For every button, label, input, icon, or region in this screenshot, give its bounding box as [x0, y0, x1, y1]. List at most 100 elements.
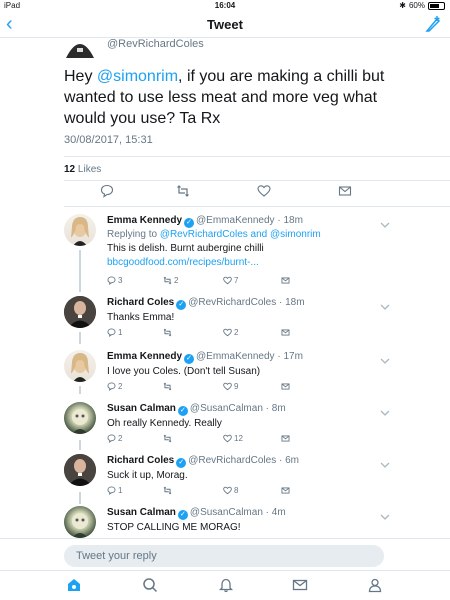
direct-message-icon[interactable] [281, 328, 290, 337]
chevron-down-icon[interactable] [380, 456, 390, 474]
retweet-icon[interactable]: 2 [163, 276, 178, 285]
author-handle[interactable]: @RevRichardColes [188, 455, 276, 466]
direct-message-icon[interactable] [281, 276, 290, 285]
reply-body: Richard Coles ✓ @RevRichardColes · 6m Suck… [107, 454, 387, 483]
mention-link[interactable]: @simonrim [97, 68, 178, 85]
author-name[interactable]: Emma Kennedy [107, 351, 182, 362]
avatar[interactable] [64, 296, 96, 328]
chevron-down-icon[interactable] [380, 298, 390, 316]
url-link[interactable]: bbcgoodfood.com/recipes/burnt-... [107, 257, 259, 268]
reply-body: Susan Calman ✓ @SusanCalman · 4m STOP CALL… [107, 506, 387, 535]
direct-message-icon[interactable] [281, 382, 290, 391]
like-heart-icon[interactable]: 2 [223, 328, 238, 337]
avatar[interactable] [64, 402, 96, 434]
like-heart-icon[interactable]: 7 [223, 276, 238, 285]
messages-envelope-icon[interactable] [292, 577, 308, 598]
like-heart-icon[interactable]: 8 [223, 486, 238, 495]
reply-icon[interactable]: 2 [107, 434, 122, 443]
home-icon[interactable] [66, 577, 82, 598]
reply-actions: 3 2 7 [107, 276, 307, 288]
author-handle[interactable]: @SusanCalman [190, 403, 263, 414]
verified-badge-icon: ✓ [177, 406, 188, 416]
reply-bar: Tweet your reply [0, 538, 450, 570]
reply-text: Suck it up, Morag. [107, 470, 188, 481]
reply-header: Susan Calman ✓ @SusanCalman · 4m [107, 506, 387, 520]
tweet-time: · 18m [277, 215, 303, 226]
author-handle[interactable]: @EmmaKennedy [196, 215, 275, 226]
retweet-count: 2 [174, 276, 179, 285]
verified-badge-icon: ✓ [177, 510, 188, 520]
main-tweet-actions [64, 184, 404, 204]
divider [64, 156, 450, 157]
verified-badge-icon: ✓ [184, 354, 195, 364]
thread-line [79, 440, 81, 450]
status-bar: iPad 16:04 ✱ 60% [0, 0, 450, 12]
reply-header: Emma Kennedy ✓ @EmmaKennedy · 18m [107, 214, 387, 228]
direct-message-icon[interactable] [281, 434, 290, 443]
notifications-bell-icon[interactable] [218, 577, 234, 598]
reply-count: 1 [118, 486, 123, 495]
like-heart-icon[interactable] [257, 184, 271, 203]
main-tweet-text-part: Hey [64, 68, 97, 85]
avatar[interactable] [64, 350, 96, 382]
chevron-down-icon[interactable] [380, 508, 390, 526]
replying-to-link[interactable]: @RevRichardColes and @simonrim [160, 229, 321, 240]
reply-count: 2 [118, 434, 123, 443]
main-tweet-handle[interactable]: @RevRichardColes [107, 38, 204, 50]
reply-text: STOP CALLING ME MORAG! [107, 522, 241, 533]
retweet-icon[interactable] [163, 486, 174, 495]
reply-icon[interactable]: 1 [107, 486, 122, 495]
reply-icon[interactable] [100, 184, 114, 203]
direct-message-icon[interactable] [338, 184, 352, 203]
verified-badge-icon: ✓ [184, 218, 195, 228]
reply-actions: 2 9 [107, 382, 307, 394]
like-heart-icon[interactable]: 9 [223, 382, 238, 391]
main-tweet-text: Hey @simonrim, if you are making a chill… [64, 66, 404, 129]
reply-text: Oh really Kennedy. Really [107, 418, 222, 429]
reply-count: 3 [118, 276, 123, 285]
retweet-icon[interactable] [176, 184, 190, 203]
compose-feather-icon[interactable] [424, 15, 442, 38]
author-name[interactable]: Emma Kennedy [107, 215, 182, 226]
author-handle[interactable]: @SusanCalman [190, 507, 263, 518]
avatar[interactable] [64, 454, 96, 486]
direct-message-icon[interactable] [281, 486, 290, 495]
tweet-time: · 8m [265, 403, 286, 414]
chevron-down-icon[interactable] [380, 352, 390, 370]
author-name[interactable]: Susan Calman [107, 403, 176, 414]
replying-prefix: Replying to [107, 229, 160, 240]
like-heart-icon[interactable]: 12 [223, 434, 243, 443]
thread-line [79, 250, 81, 292]
retweet-icon[interactable] [163, 382, 174, 391]
nav-bar: ‹ Tweet [0, 12, 450, 38]
chevron-down-icon[interactable] [380, 216, 390, 234]
author-name[interactable]: Richard Coles [107, 297, 174, 308]
tweet-time: · 4m [265, 507, 286, 518]
reply-actions: 1 2 [107, 328, 307, 340]
reply-icon[interactable]: 1 [107, 328, 122, 337]
author-handle[interactable]: @EmmaKennedy [196, 351, 275, 362]
author-handle[interactable]: @RevRichardColes [188, 297, 276, 308]
likes-count[interactable]: 12 Likes [64, 164, 101, 175]
replying-to: Replying to @RevRichardColes and @simonr… [107, 228, 387, 241]
likes-label: Likes [77, 164, 102, 175]
avatar[interactable] [64, 214, 96, 246]
clock: 16:04 [214, 1, 236, 10]
verified-badge-icon: ✓ [176, 458, 187, 468]
reply-input[interactable]: Tweet your reply [64, 545, 384, 567]
author-name[interactable]: Richard Coles [107, 455, 174, 466]
reply-icon[interactable]: 3 [107, 276, 122, 285]
main-tweet-date: 30/08/2017, 15:31 [64, 134, 153, 146]
like-count: 2 [234, 328, 239, 337]
avatar[interactable] [64, 506, 96, 538]
reply-count: 2 [118, 382, 123, 391]
retweet-icon[interactable] [163, 328, 174, 337]
reply-icon[interactable]: 2 [107, 382, 122, 391]
profile-person-icon[interactable] [367, 577, 383, 598]
tweet-time: · 18m [279, 297, 305, 308]
chevron-down-icon[interactable] [380, 404, 390, 422]
search-icon[interactable] [142, 577, 158, 598]
author-name[interactable]: Susan Calman [107, 507, 176, 518]
retweet-icon[interactable] [163, 434, 174, 443]
tweet-time: · 6m [279, 455, 299, 466]
